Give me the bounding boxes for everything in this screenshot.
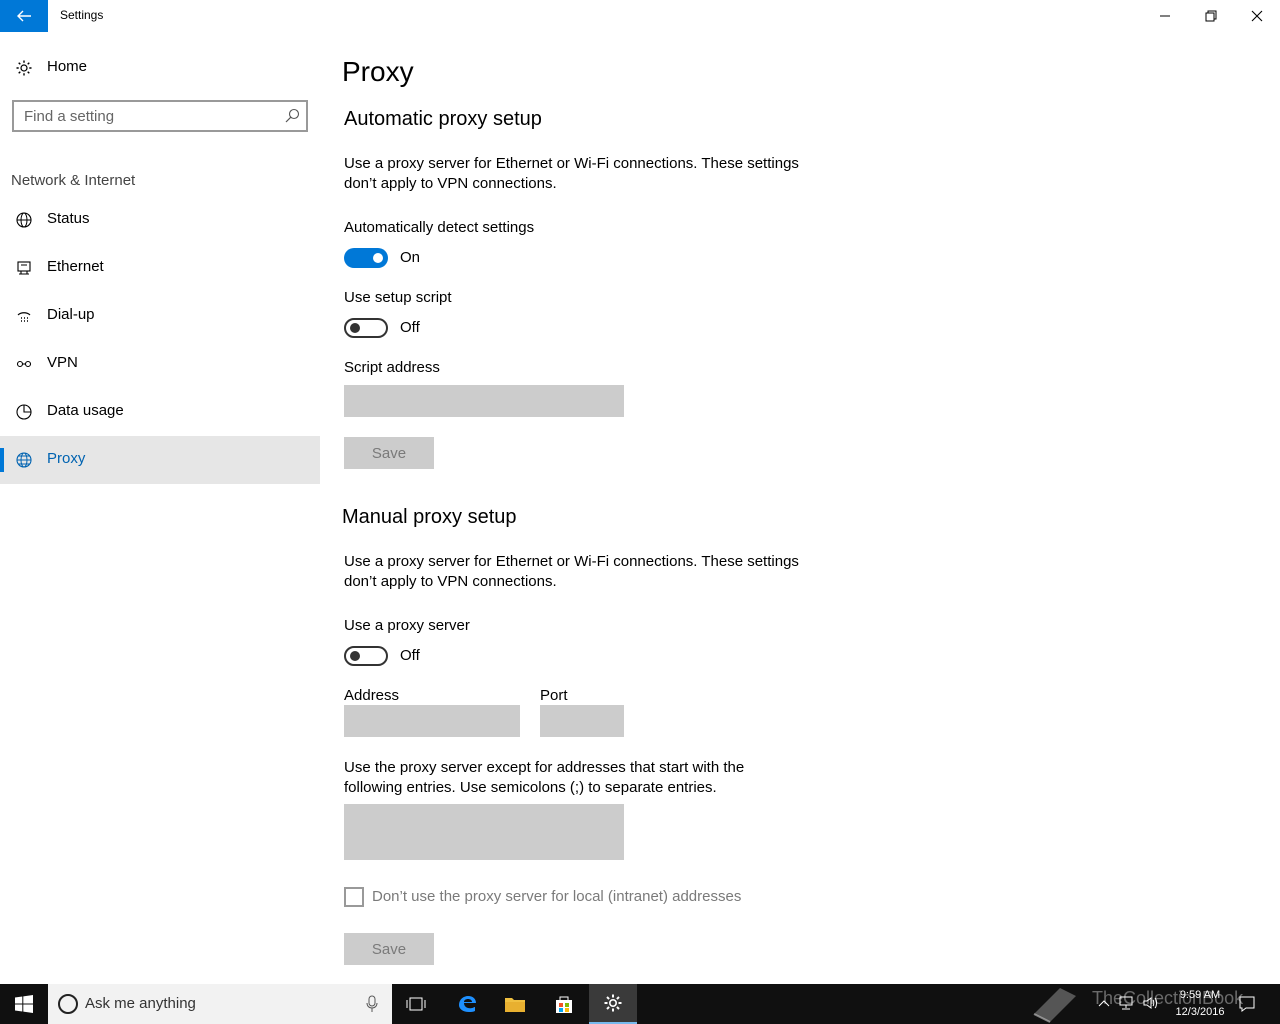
address-input[interactable]	[344, 705, 520, 737]
search-box[interactable]	[12, 100, 308, 132]
minimize-icon	[1160, 15, 1170, 17]
action-center-icon[interactable]	[1238, 995, 1256, 1013]
sidebar-item-label: Dial-up	[47, 306, 95, 323]
sidebar-item-label: Data usage	[47, 402, 124, 419]
sidebar-item-vpn[interactable]: VPN	[0, 340, 320, 388]
start-button[interactable]	[0, 984, 48, 1024]
file-explorer-button[interactable]	[491, 984, 539, 1024]
ethernet-icon	[14, 258, 34, 278]
close-button[interactable]	[1234, 0, 1280, 32]
edge-button[interactable]	[443, 984, 491, 1024]
setup-script-toggle[interactable]	[344, 318, 388, 338]
use-proxy-toggle[interactable]	[344, 646, 388, 666]
settings-taskbar-button[interactable]	[589, 984, 637, 1024]
setup-script-state: Off	[400, 319, 420, 336]
edge-browser-icon	[459, 996, 476, 1012]
sidebar-item-status[interactable]: Status	[0, 196, 320, 244]
sidebar-item-label: Proxy	[47, 450, 86, 467]
data-usage-icon	[14, 402, 34, 422]
restore-icon	[1205, 10, 1217, 22]
port-input[interactable]	[540, 705, 624, 737]
detect-settings-label: Automatically detect settings	[344, 219, 535, 236]
globe-icon	[14, 450, 34, 470]
exceptions-input[interactable]	[344, 804, 624, 860]
search-input[interactable]	[14, 102, 274, 130]
script-address-label: Script address	[344, 359, 440, 376]
store-button[interactable]	[540, 984, 588, 1024]
task-view-button[interactable]	[392, 984, 440, 1024]
title-bar: Settings	[0, 0, 1280, 32]
page-title: Proxy	[342, 56, 414, 87]
sidebar: Home Network & Internet Status Ethernet	[0, 32, 320, 984]
volume-icon[interactable]	[1142, 995, 1160, 1011]
globe-status-icon	[14, 210, 34, 230]
app-title: Settings	[60, 8, 104, 22]
cortana-search-box[interactable]: Ask me anything	[48, 984, 392, 1024]
sidebar-item-label: Ethernet	[47, 258, 104, 275]
exceptions-description: Use the proxy server except for addresse…	[344, 759, 745, 796]
back-button[interactable]	[0, 0, 48, 32]
back-arrow-icon	[17, 10, 31, 22]
section-title: Network & Internet	[11, 172, 136, 189]
cortana-icon	[58, 994, 78, 1014]
watermark-book-icon	[1033, 988, 1076, 1023]
detect-settings-state: On	[400, 249, 421, 266]
vpn-icon	[14, 354, 34, 374]
manual-save-button[interactable]: Save	[344, 933, 434, 965]
auto-proxy-description: Use a proxy server for Ethernet or Wi-Fi…	[344, 155, 799, 192]
auto-proxy-heading: Automatic proxy setup	[344, 108, 542, 130]
clock-date: 12/3/2016	[1175, 1006, 1225, 1018]
sidebar-item-proxy[interactable]: Proxy	[0, 436, 320, 484]
sidebar-item-label: VPN	[47, 354, 78, 371]
setup-script-label: Use setup script	[344, 289, 452, 306]
script-address-input[interactable]	[344, 385, 624, 417]
search-icon[interactable]	[284, 108, 300, 124]
microphone-icon[interactable]	[366, 995, 378, 1013]
use-proxy-label: Use a proxy server	[344, 617, 470, 634]
local-addresses-label: Don’t use the proxy server for local (in…	[372, 888, 742, 905]
selection-indicator	[0, 448, 4, 472]
main-content: Proxy Automatic proxy setup Use a proxy …	[320, 32, 1280, 984]
system-clock[interactable]: 9:59 AM 12/3/2016	[1170, 987, 1230, 1021]
sidebar-home[interactable]: Home	[0, 44, 320, 92]
gear-icon	[14, 58, 34, 78]
restore-button[interactable]	[1188, 0, 1234, 32]
dialup-icon	[14, 306, 34, 326]
sidebar-item-ethernet[interactable]: Ethernet	[0, 244, 320, 292]
auto-save-button[interactable]: Save	[344, 437, 434, 469]
task-view-icon	[406, 997, 426, 1011]
sidebar-home-label: Home	[47, 58, 88, 75]
sidebar-item-data-usage[interactable]: Data usage	[0, 388, 320, 436]
sidebar-item-dialup[interactable]: Dial-up	[0, 292, 320, 340]
network-icon[interactable]	[1118, 995, 1134, 1011]
address-label: Address	[344, 687, 400, 704]
manual-proxy-description: Use a proxy server for Ethernet or Wi-Fi…	[344, 553, 799, 590]
store-bag-icon	[556, 996, 572, 1013]
folder-icon	[505, 998, 525, 1012]
clock-time: 9:59 AM	[1179, 989, 1221, 1001]
detect-settings-toggle[interactable]	[344, 248, 388, 268]
manual-proxy-heading: Manual proxy setup	[342, 506, 517, 528]
close-icon	[1251, 10, 1263, 22]
gear-icon	[604, 994, 622, 1012]
chevron-up-icon[interactable]	[1098, 998, 1110, 1008]
port-label: Port	[540, 687, 568, 704]
local-addresses-checkbox[interactable]	[344, 887, 364, 907]
sidebar-item-label: Status	[47, 210, 90, 227]
taskbar: Ask me anything TheCollectionBook 9:59 A…	[0, 984, 1280, 1024]
cortana-search-placeholder: Ask me anything	[85, 995, 196, 1012]
windows-logo-icon	[15, 995, 33, 1013]
minimize-button[interactable]	[1142, 0, 1188, 32]
use-proxy-state: Off	[400, 647, 420, 664]
